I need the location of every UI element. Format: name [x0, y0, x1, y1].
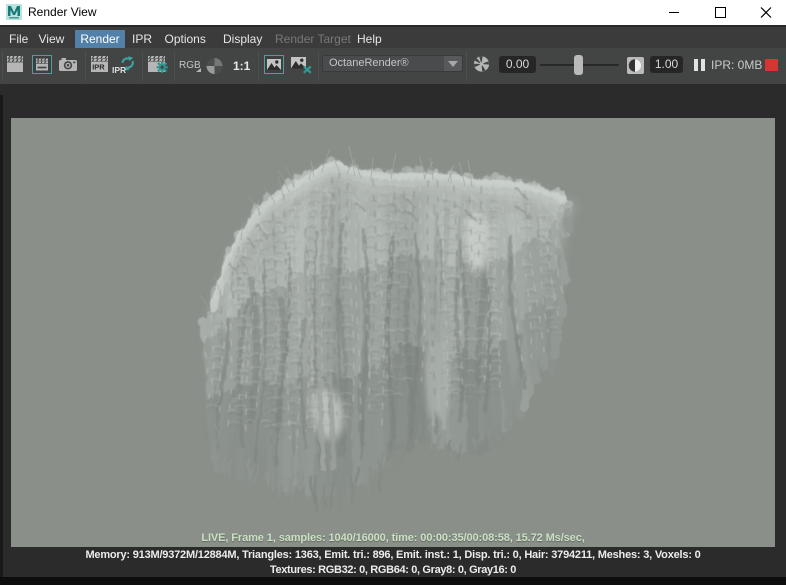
svg-text:IPR: IPR: [112, 65, 126, 74]
svg-text:IPR: IPR: [92, 63, 105, 72]
